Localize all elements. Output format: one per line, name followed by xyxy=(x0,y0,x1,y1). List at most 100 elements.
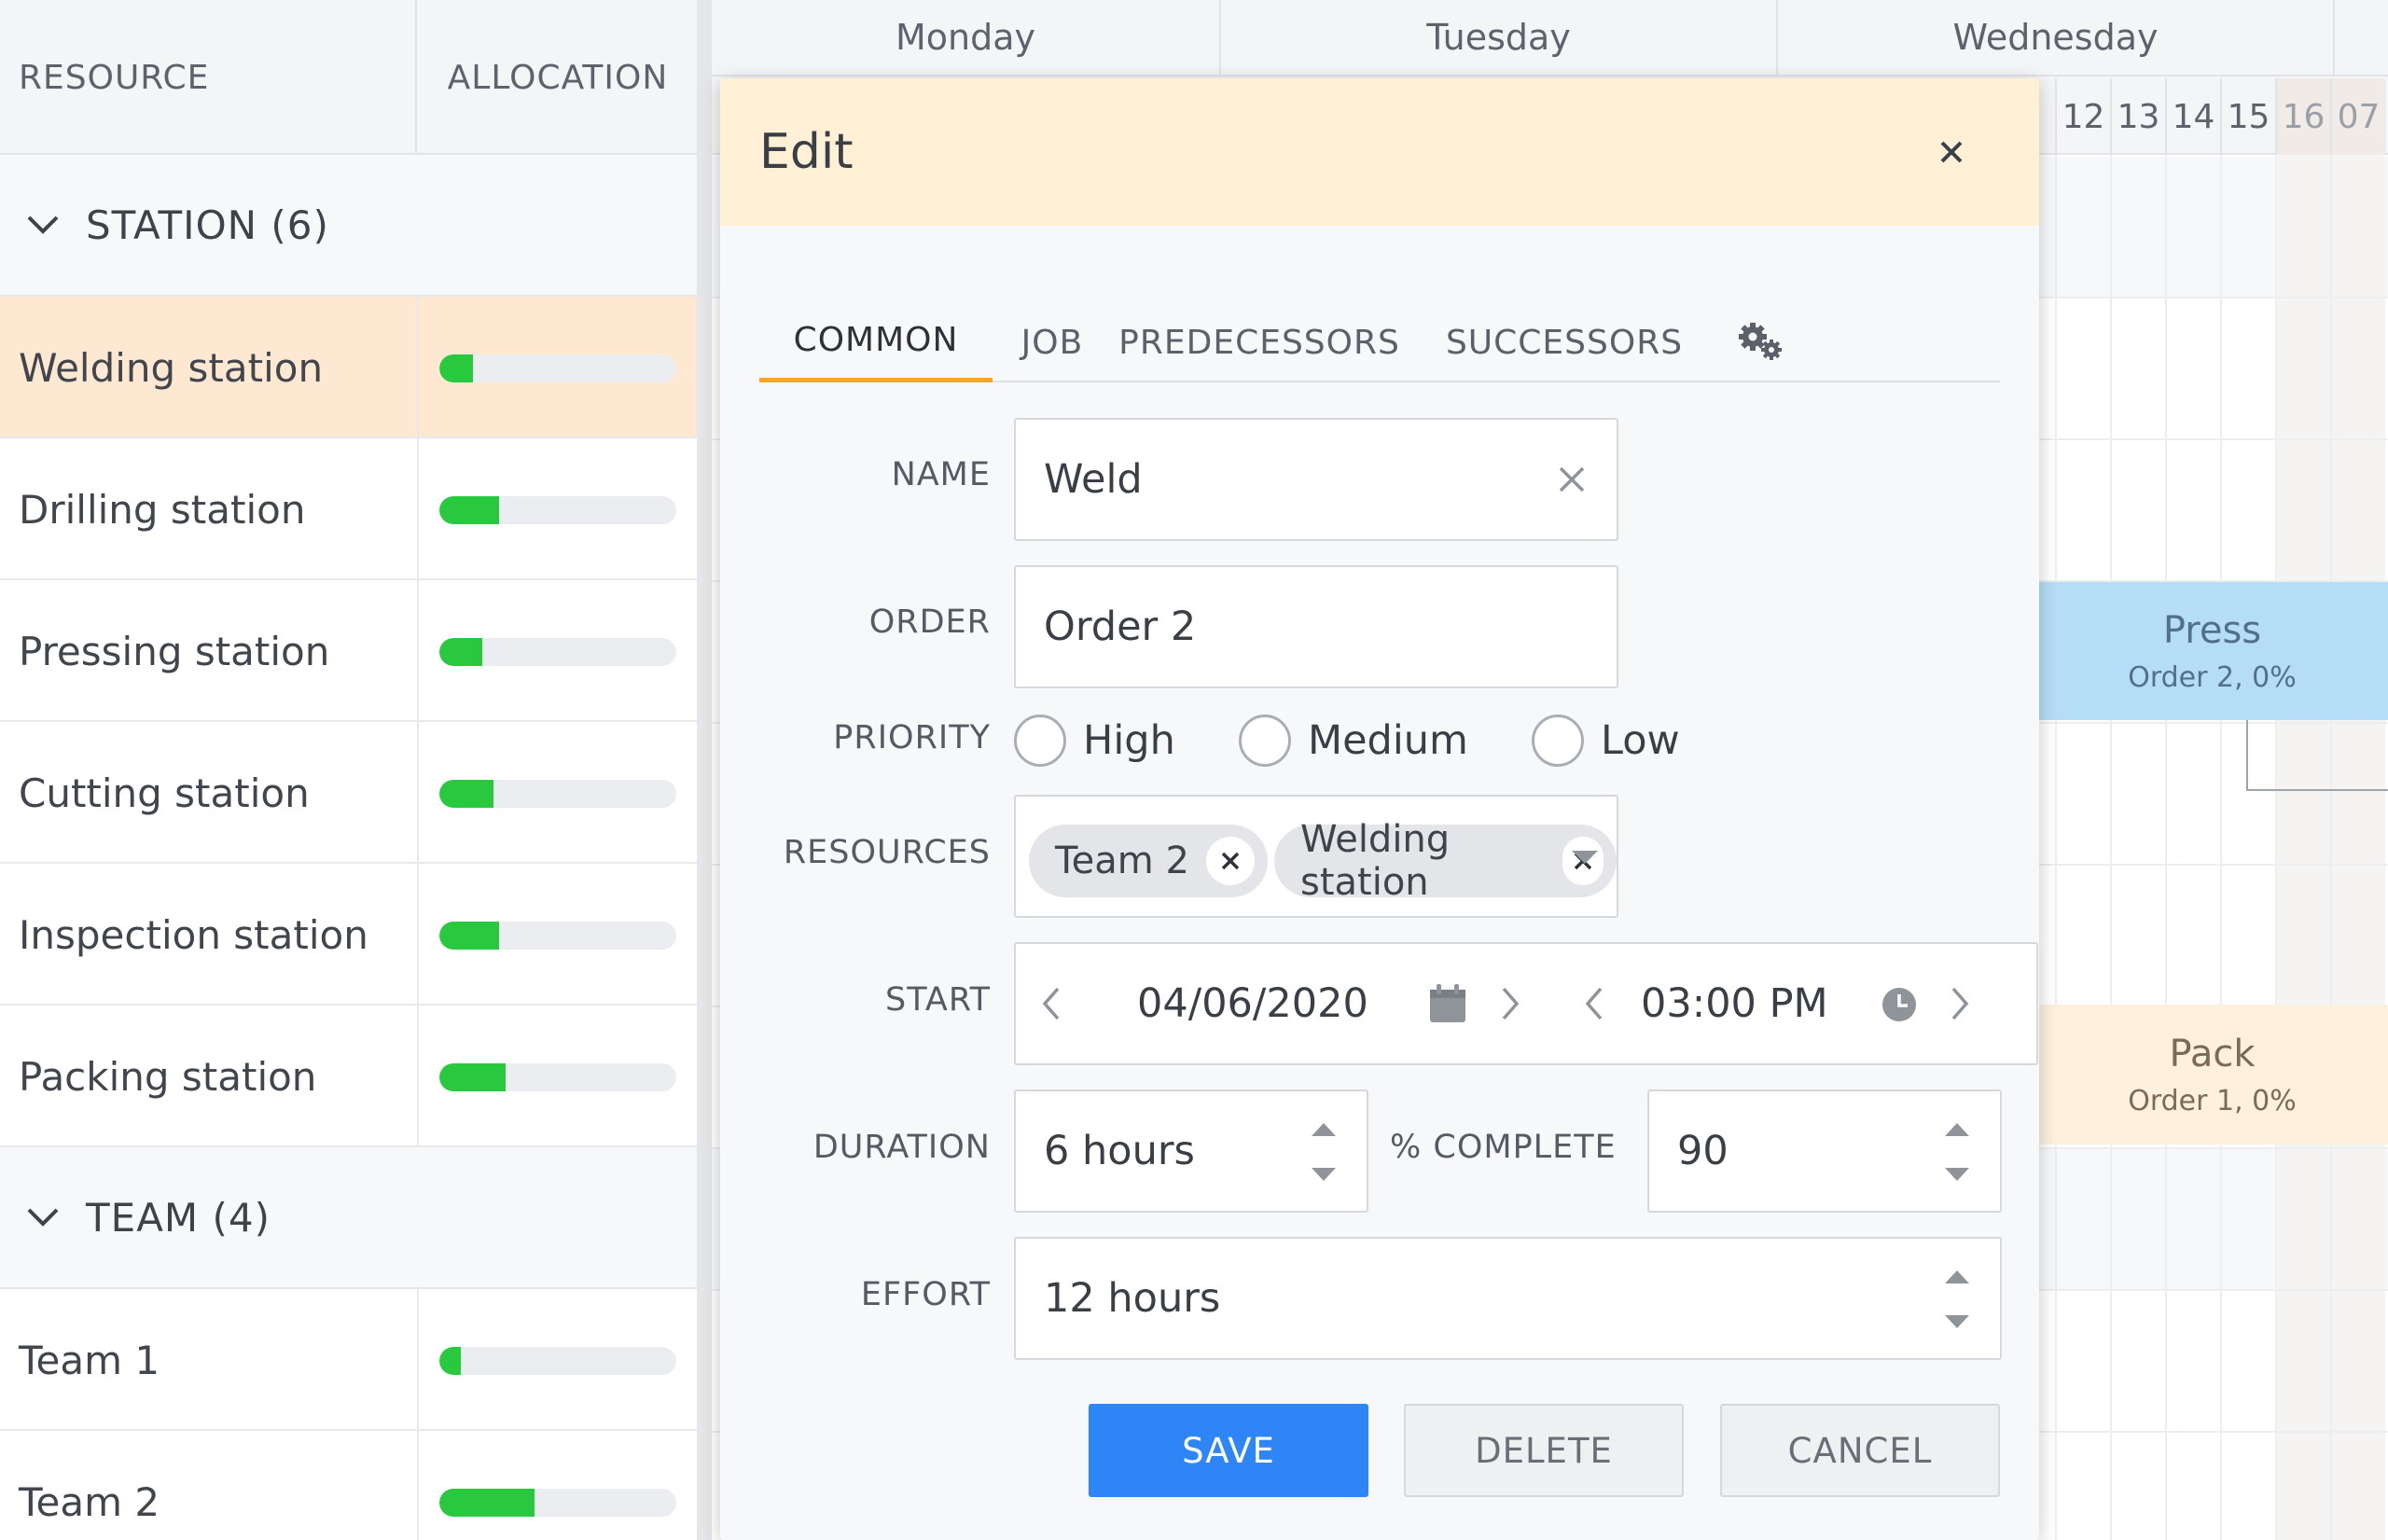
table-row[interactable]: Packing station xyxy=(0,1006,697,1147)
allocation-bar-fill xyxy=(439,638,482,666)
hour-header: 16 xyxy=(2275,78,2330,155)
start-date-field[interactable]: 04/06/2020 xyxy=(1016,944,1557,1063)
allocation-bar xyxy=(439,1347,676,1375)
grid-line xyxy=(2055,155,2057,1540)
day-header xyxy=(2335,0,2388,76)
delete-button[interactable]: DELETE xyxy=(1404,1404,1684,1497)
stepper-down-icon[interactable] xyxy=(1938,1308,1976,1336)
table-row[interactable]: Welding station xyxy=(0,297,697,438)
name-field[interactable]: Weld xyxy=(1014,418,1618,541)
event-bar-press[interactable]: Press Order 2, 0% xyxy=(2036,582,2388,720)
chevron-left-icon[interactable] xyxy=(1576,985,1613,1022)
stepper-up-icon[interactable] xyxy=(1938,1263,1976,1291)
allocation-bar xyxy=(439,922,676,950)
dependency-line[interactable] xyxy=(2246,789,2388,791)
percent-complete-field[interactable]: 90 xyxy=(1647,1089,2002,1213)
start-field: 04/06/2020 xyxy=(1014,942,1618,1065)
percent-complete-label: % COMPLETE xyxy=(1390,1129,1617,1166)
allocation-bar-fill xyxy=(439,780,494,808)
column-header-allocation[interactable]: ALLOCATION xyxy=(419,0,697,155)
calendar-icon[interactable] xyxy=(1426,981,1469,1026)
hour-header: 07 xyxy=(2330,78,2385,155)
resource-chip: Welding station xyxy=(1274,818,1617,904)
priority-label: PRIORITY xyxy=(833,719,991,756)
duration-value: 6 hours xyxy=(1044,1128,1195,1174)
chevron-down-icon[interactable] xyxy=(24,1199,62,1236)
effort-value: 12 hours xyxy=(1044,1275,1221,1322)
allocation-cell xyxy=(417,722,697,864)
stepper-up-icon[interactable] xyxy=(1305,1116,1342,1144)
grid-line xyxy=(2165,155,2167,1540)
radio-button[interactable] xyxy=(1014,715,1066,767)
caret-down-icon[interactable] xyxy=(1566,843,1604,871)
stepper-up-icon[interactable] xyxy=(1938,1116,1976,1144)
duration-field[interactable]: 6 hours xyxy=(1014,1089,1368,1213)
allocation-cell xyxy=(417,438,697,580)
name-label: NAME xyxy=(891,456,991,493)
allocation-bar xyxy=(439,780,676,808)
save-button[interactable]: SAVE xyxy=(1089,1404,1368,1497)
allocation-bar xyxy=(439,638,676,666)
tab-job[interactable]: JOB xyxy=(1006,302,1099,382)
order-label: ORDER xyxy=(868,604,991,641)
allocation-bar xyxy=(439,354,676,382)
event-info: Order 2, 0% xyxy=(2128,660,2297,694)
table-row[interactable]: Pressing station xyxy=(0,580,697,722)
tab-common[interactable]: COMMON xyxy=(759,302,993,382)
dependency-line[interactable] xyxy=(2246,720,2248,791)
resource-name: Packing station xyxy=(19,1053,317,1100)
chip-label: Team 2 xyxy=(1055,839,1189,882)
allocation-cell xyxy=(417,297,697,438)
close-icon[interactable] xyxy=(1929,130,1974,174)
resource-name: Inspection station xyxy=(19,911,368,958)
radio-label: Medium xyxy=(1308,717,1468,764)
resources-combo[interactable]: Team 2 Welding station xyxy=(1014,795,1618,918)
start-time-field[interactable]: 03:00 PM xyxy=(1553,942,2038,1065)
resource-chip: Team 2 xyxy=(1029,825,1268,897)
priority-medium-radio[interactable]: Medium xyxy=(1239,715,1468,767)
effort-label: EFFORT xyxy=(860,1276,991,1313)
table-row[interactable]: Team 2 xyxy=(0,1431,697,1540)
chevron-right-icon[interactable] xyxy=(1492,985,1529,1022)
priority-low-radio[interactable]: Low xyxy=(1532,715,1680,767)
tab-successors[interactable]: SUCCESSORS xyxy=(1438,302,1690,382)
tab-predecessors[interactable]: PREDECESSORS xyxy=(1118,302,1399,382)
allocation-bar-fill xyxy=(439,1347,461,1375)
order-field[interactable]: Order 2 xyxy=(1014,565,1618,688)
table-row[interactable]: Cutting station xyxy=(0,722,697,864)
table-row[interactable]: Team 1 xyxy=(0,1289,697,1431)
day-header: Wednesday xyxy=(1778,0,2335,76)
column-header-resource[interactable]: RESOURCE xyxy=(0,0,417,155)
group-label: STATION (6) xyxy=(86,201,329,248)
stepper-down-icon[interactable] xyxy=(1305,1160,1342,1188)
resource-name: Team 2 xyxy=(19,1478,160,1525)
clear-icon[interactable] xyxy=(1549,457,1594,502)
hour-header: 12 xyxy=(2055,78,2110,155)
remove-chip-icon[interactable] xyxy=(1205,837,1255,885)
grid-line xyxy=(2220,155,2222,1540)
chevron-right-icon[interactable] xyxy=(1941,985,1978,1022)
grid-line xyxy=(2275,155,2277,1540)
table-row[interactable]: Drilling station xyxy=(0,438,697,580)
event-bar-pack[interactable]: Pack Order 1, 0% xyxy=(2036,1005,2388,1145)
group-row-station[interactable]: STATION (6) xyxy=(0,155,697,297)
allocation-bar-fill xyxy=(439,1489,535,1517)
chevron-down-icon[interactable] xyxy=(24,206,62,243)
splitter[interactable] xyxy=(697,0,712,1540)
group-row-team[interactable]: TEAM (4) xyxy=(0,1147,697,1289)
cancel-button[interactable]: CANCEL xyxy=(1720,1404,2000,1497)
clock-icon[interactable] xyxy=(1880,985,1919,1024)
table-row[interactable]: Inspection station xyxy=(0,864,697,1006)
chevron-left-icon[interactable] xyxy=(1033,985,1070,1022)
day-header: Tuesday xyxy=(1221,0,1778,76)
priority-high-radio[interactable]: High xyxy=(1014,715,1175,767)
allocation-bar xyxy=(439,1063,676,1091)
effort-field[interactable]: 12 hours xyxy=(1014,1237,2002,1360)
stepper-down-icon[interactable] xyxy=(1938,1160,1976,1188)
allocation-bar-fill xyxy=(439,354,473,382)
radio-button[interactable] xyxy=(1532,715,1584,767)
gears-icon[interactable] xyxy=(1729,302,1795,382)
radio-button[interactable] xyxy=(1239,715,1291,767)
group-label: TEAM (4) xyxy=(86,1194,271,1241)
resource-name: Cutting station xyxy=(19,770,310,816)
